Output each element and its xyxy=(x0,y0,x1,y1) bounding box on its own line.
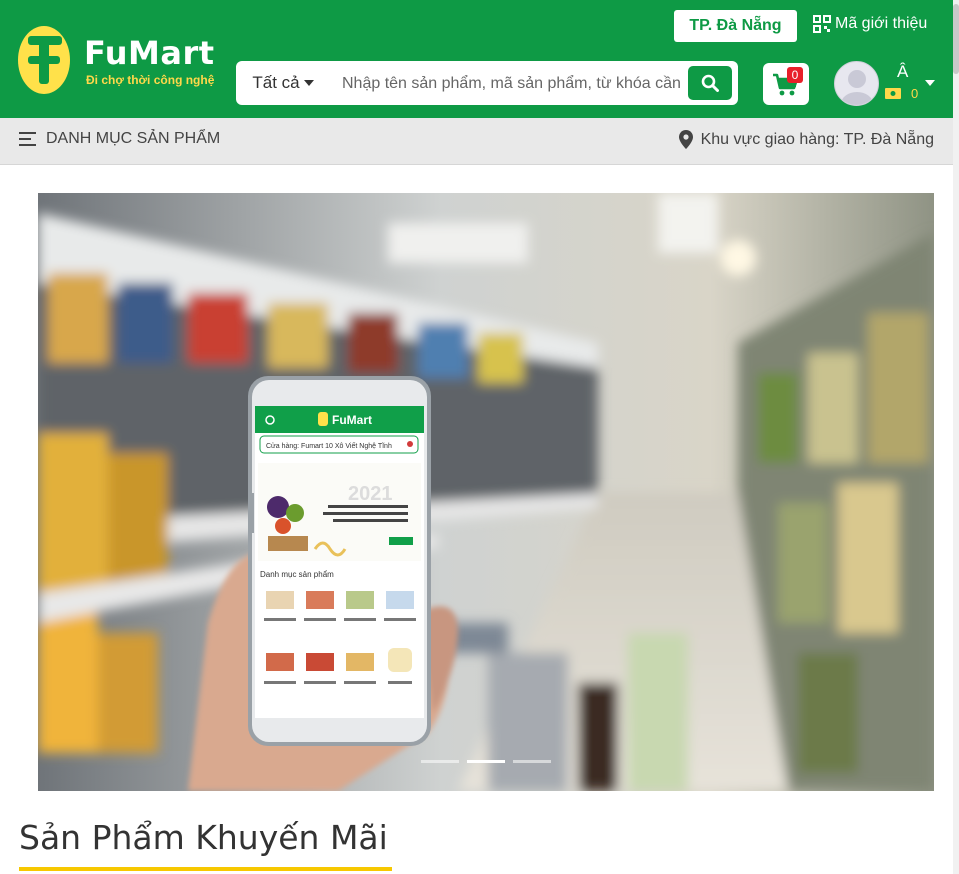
cart-button[interactable]: 0 xyxy=(763,63,809,105)
phone-promo-year: 2021 xyxy=(348,483,393,505)
search-bar: Tất cả xyxy=(236,61,738,105)
category-menu-label: DANH MỤC SẢN PHẨM xyxy=(46,130,221,147)
search-category-value: Tất cả xyxy=(252,73,300,92)
fumart-logo[interactable]: FuMart Đi chợ thời công nghệ xyxy=(18,20,220,100)
user-silhouette-icon xyxy=(841,70,873,105)
scrollbar-thumb[interactable] xyxy=(953,4,959,74)
user-menu-caret-icon[interactable] xyxy=(925,80,935,86)
search-icon xyxy=(701,74,719,92)
site-header: FuMart Đi chợ thời công nghệ TP. Đà Nẵng… xyxy=(0,0,959,118)
section-title-underline xyxy=(19,867,392,871)
logo-mark-icon xyxy=(18,26,70,94)
user-name: Â xyxy=(897,62,909,81)
phone-section-title: Danh mục sản phẩm xyxy=(260,570,334,579)
cart-count-badge: 0 xyxy=(787,67,803,83)
search-button[interactable] xyxy=(688,66,732,100)
carousel-dot-active[interactable] xyxy=(467,760,505,763)
carousel-indicators xyxy=(38,760,934,763)
referral-label: Mã giới thiệu xyxy=(835,15,928,32)
banner-image: FuMart Cửa hàng: Fumart 10 Xô Viết Nghệ … xyxy=(38,193,934,791)
brand-slogan: Đi chợ thời công nghệ xyxy=(86,73,215,87)
brand-name: FuMart xyxy=(84,34,215,72)
delivery-area-label: Khu vực giao hàng: TP. Đà Nẵng xyxy=(700,130,934,148)
city-button[interactable]: TP. Đà Nẵng xyxy=(674,10,797,42)
page-scrollbar[interactable] xyxy=(953,0,959,874)
wallet-amount: 0 xyxy=(911,86,919,101)
promotion-section-title: Sản Phẩm Khuyến Mãi xyxy=(19,818,388,857)
category-bar: DANH MỤC SẢN PHẨM Khu vực giao hàng: TP.… xyxy=(0,118,953,165)
hamburger-menu-icon xyxy=(19,132,36,146)
hero-banner[interactable]: FuMart Cửa hàng: Fumart 10 Xô Viết Nghệ … xyxy=(38,193,934,791)
map-marker-icon xyxy=(678,130,693,149)
delivery-area-selector[interactable]: Khu vực giao hàng: TP. Đà Nẵng xyxy=(678,130,934,149)
wallet-balance: 0 xyxy=(885,86,918,101)
phone-app-brand: FuMart xyxy=(332,413,372,427)
money-icon xyxy=(885,88,901,99)
product-category-menu[interactable]: DANH MỤC SẢN PHẨM xyxy=(19,130,220,148)
carousel-dot[interactable] xyxy=(421,760,459,763)
user-avatar[interactable] xyxy=(834,61,879,106)
search-category-select[interactable]: Tất cả xyxy=(236,61,330,105)
search-input[interactable] xyxy=(340,67,684,101)
chevron-down-icon xyxy=(303,80,314,86)
referral-code-link[interactable]: Mã giới thiệu xyxy=(813,12,927,36)
qr-code-icon xyxy=(813,15,831,33)
carousel-dot[interactable] xyxy=(513,760,551,763)
phone-store-label: Cửa hàng: Fumart 10 Xô Viết Nghệ Tĩnh xyxy=(266,441,392,450)
